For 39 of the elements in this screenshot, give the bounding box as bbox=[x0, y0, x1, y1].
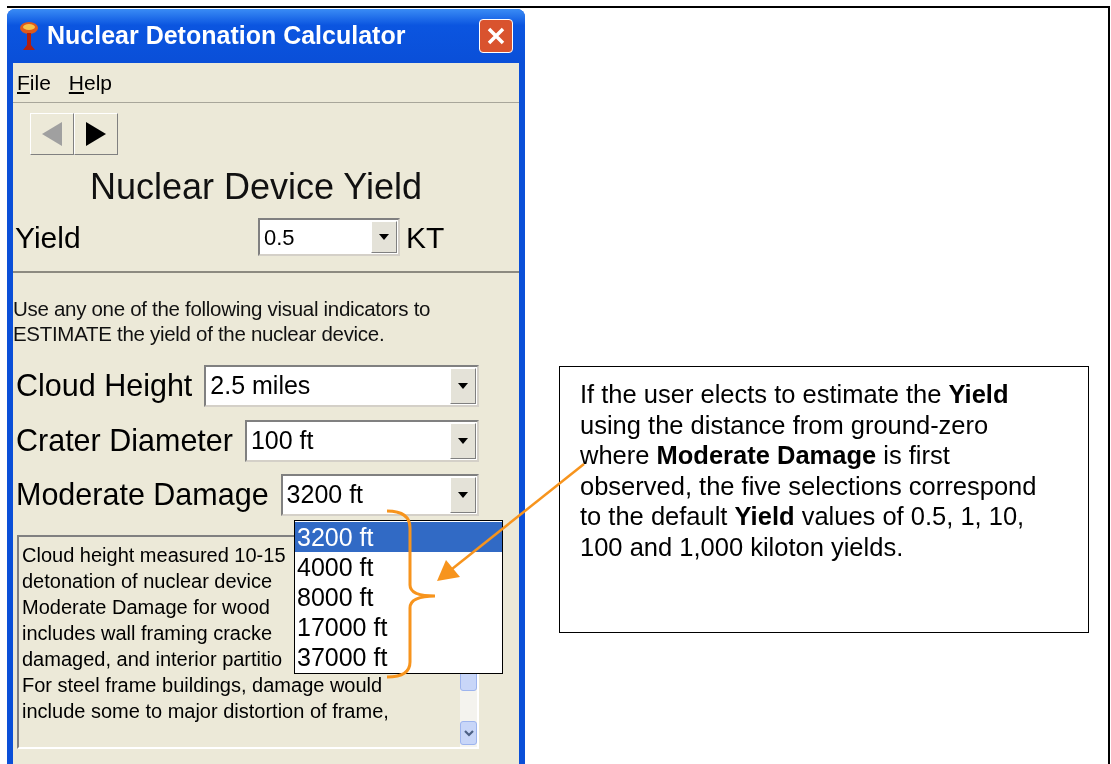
chevron-down-icon bbox=[463, 729, 474, 737]
note-line: Moderate Damage for wood bbox=[22, 595, 270, 620]
indicator-label: Crater Diameter bbox=[16, 421, 233, 459]
instructions-text: Use any one of the following visual indicators to ESTIMATE the yield of the nuclear device. bbox=[13, 296, 432, 346]
section-heading: Nuclear Device Yield bbox=[88, 167, 424, 207]
yield-dropdown[interactable]: 0.5 bbox=[258, 218, 400, 256]
indicator-dropdown[interactable]: 2.5 miles bbox=[204, 365, 479, 407]
callout-text: If the user elects to estimate the Yield using the distance from ground-zero where Moderate Damage is first observed, the five selections correspond to the default Yield values of 0.5, 1, 10, 100 and 1,000 kiloton yields. bbox=[580, 379, 1038, 562]
note-line: For steel frame buildings, damage would bbox=[22, 673, 383, 698]
caret-icon bbox=[458, 437, 468, 444]
caret-icon bbox=[379, 234, 389, 240]
mushroom-cloud-icon bbox=[19, 21, 39, 51]
window-title: Nuclear Detonation Calculator bbox=[47, 20, 406, 52]
dropdown-button[interactable] bbox=[450, 477, 476, 513]
indicator-label: Moderate Damage bbox=[16, 476, 269, 514]
dropdown-option[interactable]: 3200 ft bbox=[295, 522, 502, 552]
note-line: Cloud height measured 10-15 bbox=[22, 543, 286, 568]
note-line: damaged, and interior partitio bbox=[22, 647, 283, 672]
right-triangle-icon bbox=[86, 122, 106, 146]
note-line: detonation of nuclear device bbox=[22, 569, 273, 594]
yield-label: Yield bbox=[15, 219, 82, 256]
note-line: includes wall framing cracke bbox=[22, 621, 273, 646]
unit-label: KT bbox=[406, 219, 445, 256]
caret-icon bbox=[458, 492, 468, 498]
left-triangle-icon bbox=[42, 122, 62, 146]
note-line: include some to major distortion of frame, bbox=[22, 699, 389, 724]
forward-button[interactable] bbox=[74, 113, 118, 155]
dropdown-button[interactable] bbox=[450, 422, 476, 459]
dropdown-button[interactable] bbox=[450, 368, 476, 404]
scroll-down-button[interactable] bbox=[460, 721, 477, 745]
menu-item[interactable]: Help bbox=[68, 66, 113, 99]
caret-icon bbox=[458, 383, 468, 389]
indicator-dropdown[interactable]: 3200 ft bbox=[280, 474, 479, 516]
dropdown-button[interactable] bbox=[371, 221, 397, 253]
indicator-dropdown[interactable]: 100 ft bbox=[244, 419, 479, 462]
close-button[interactable] bbox=[479, 19, 513, 53]
indicator-label: Cloud Height bbox=[16, 367, 193, 405]
close-icon bbox=[486, 26, 506, 46]
menu-item[interactable]: File bbox=[17, 66, 51, 99]
